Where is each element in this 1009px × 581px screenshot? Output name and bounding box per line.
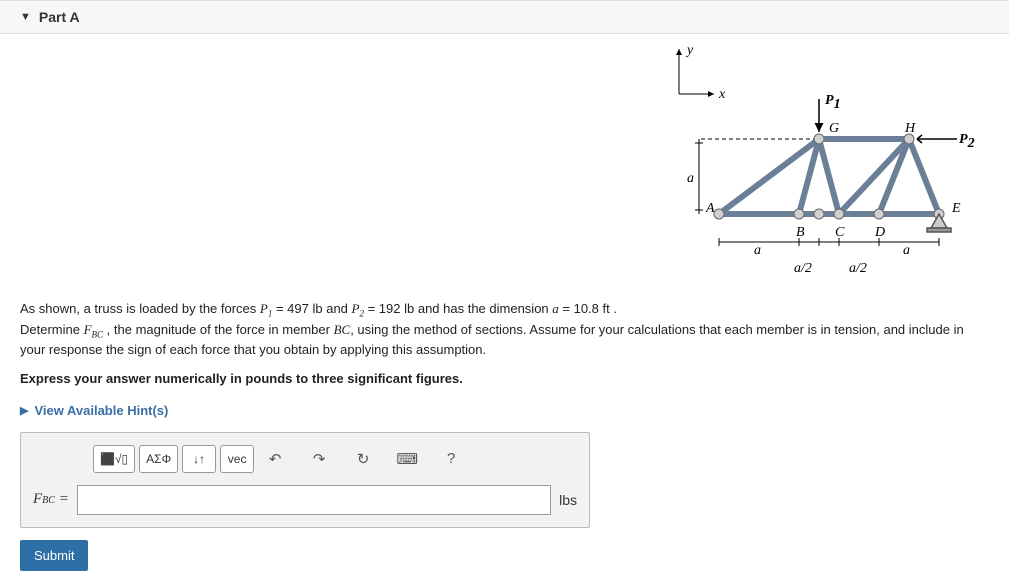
templates-button[interactable]: ⬛√▯	[93, 445, 135, 473]
part-header[interactable]: ▼ Part A	[0, 0, 1009, 34]
undo-button[interactable]: ↶	[258, 445, 292, 473]
node-B: B	[796, 225, 805, 240]
keyboard-button[interactable]: ⌨	[390, 445, 424, 473]
greek-button[interactable]: ΑΣΦ	[139, 445, 178, 473]
help-button[interactable]: ?	[434, 445, 468, 473]
equation-toolbar: ⬛√▯ ΑΣΦ ↓↑ vec ↶ ↷ ↻ ⌨ ?	[93, 445, 478, 473]
node-E: E	[951, 201, 961, 216]
redo-button[interactable]: ↷	[302, 445, 336, 473]
part-label: Part A	[39, 9, 80, 25]
answer-input[interactable]	[77, 485, 551, 515]
P2-label: P2	[959, 132, 975, 151]
answer-lhs: FBC =	[33, 491, 69, 508]
instruction-bold: Express your answer numerically in pound…	[20, 371, 463, 386]
subsuper-button[interactable]: ↓↑	[182, 445, 216, 473]
dim-a-right: a	[903, 243, 910, 258]
answer-row: FBC = lbs	[33, 485, 577, 515]
submit-button[interactable]: Submit	[20, 540, 88, 571]
P1-label: P1	[825, 93, 841, 112]
hints-triangle-icon: ▶	[20, 404, 28, 417]
axis-y-label: y	[685, 44, 694, 58]
view-hints-link[interactable]: ▶ View Available Hint(s)	[20, 403, 168, 418]
node-G: G	[829, 121, 839, 136]
node-D: D	[874, 225, 885, 240]
dim-a-left: a	[754, 243, 761, 258]
node-H: H	[904, 121, 916, 136]
dim-a-vert: a	[687, 171, 694, 186]
truss-figure: y x a	[659, 44, 979, 294]
node-C: C	[835, 225, 845, 240]
dim-a2-right: a/2	[849, 261, 867, 276]
node-A: A	[705, 201, 715, 216]
content-area: y x a	[0, 34, 1009, 571]
problem-statement: As shown, a truss is loaded by the force…	[20, 300, 989, 389]
answer-box: ⬛√▯ ΑΣΦ ↓↑ vec ↶ ↷ ↻ ⌨ ? FBC = lbs	[20, 432, 590, 528]
reset-button[interactable]: ↻	[346, 445, 380, 473]
collapse-triangle-icon: ▼	[20, 11, 31, 23]
dim-a2-left: a/2	[794, 261, 812, 276]
vec-button[interactable]: vec	[220, 445, 254, 473]
answer-unit: lbs	[559, 492, 577, 508]
axis-x-label: x	[718, 87, 726, 102]
hints-label: View Available Hint(s)	[34, 403, 168, 418]
